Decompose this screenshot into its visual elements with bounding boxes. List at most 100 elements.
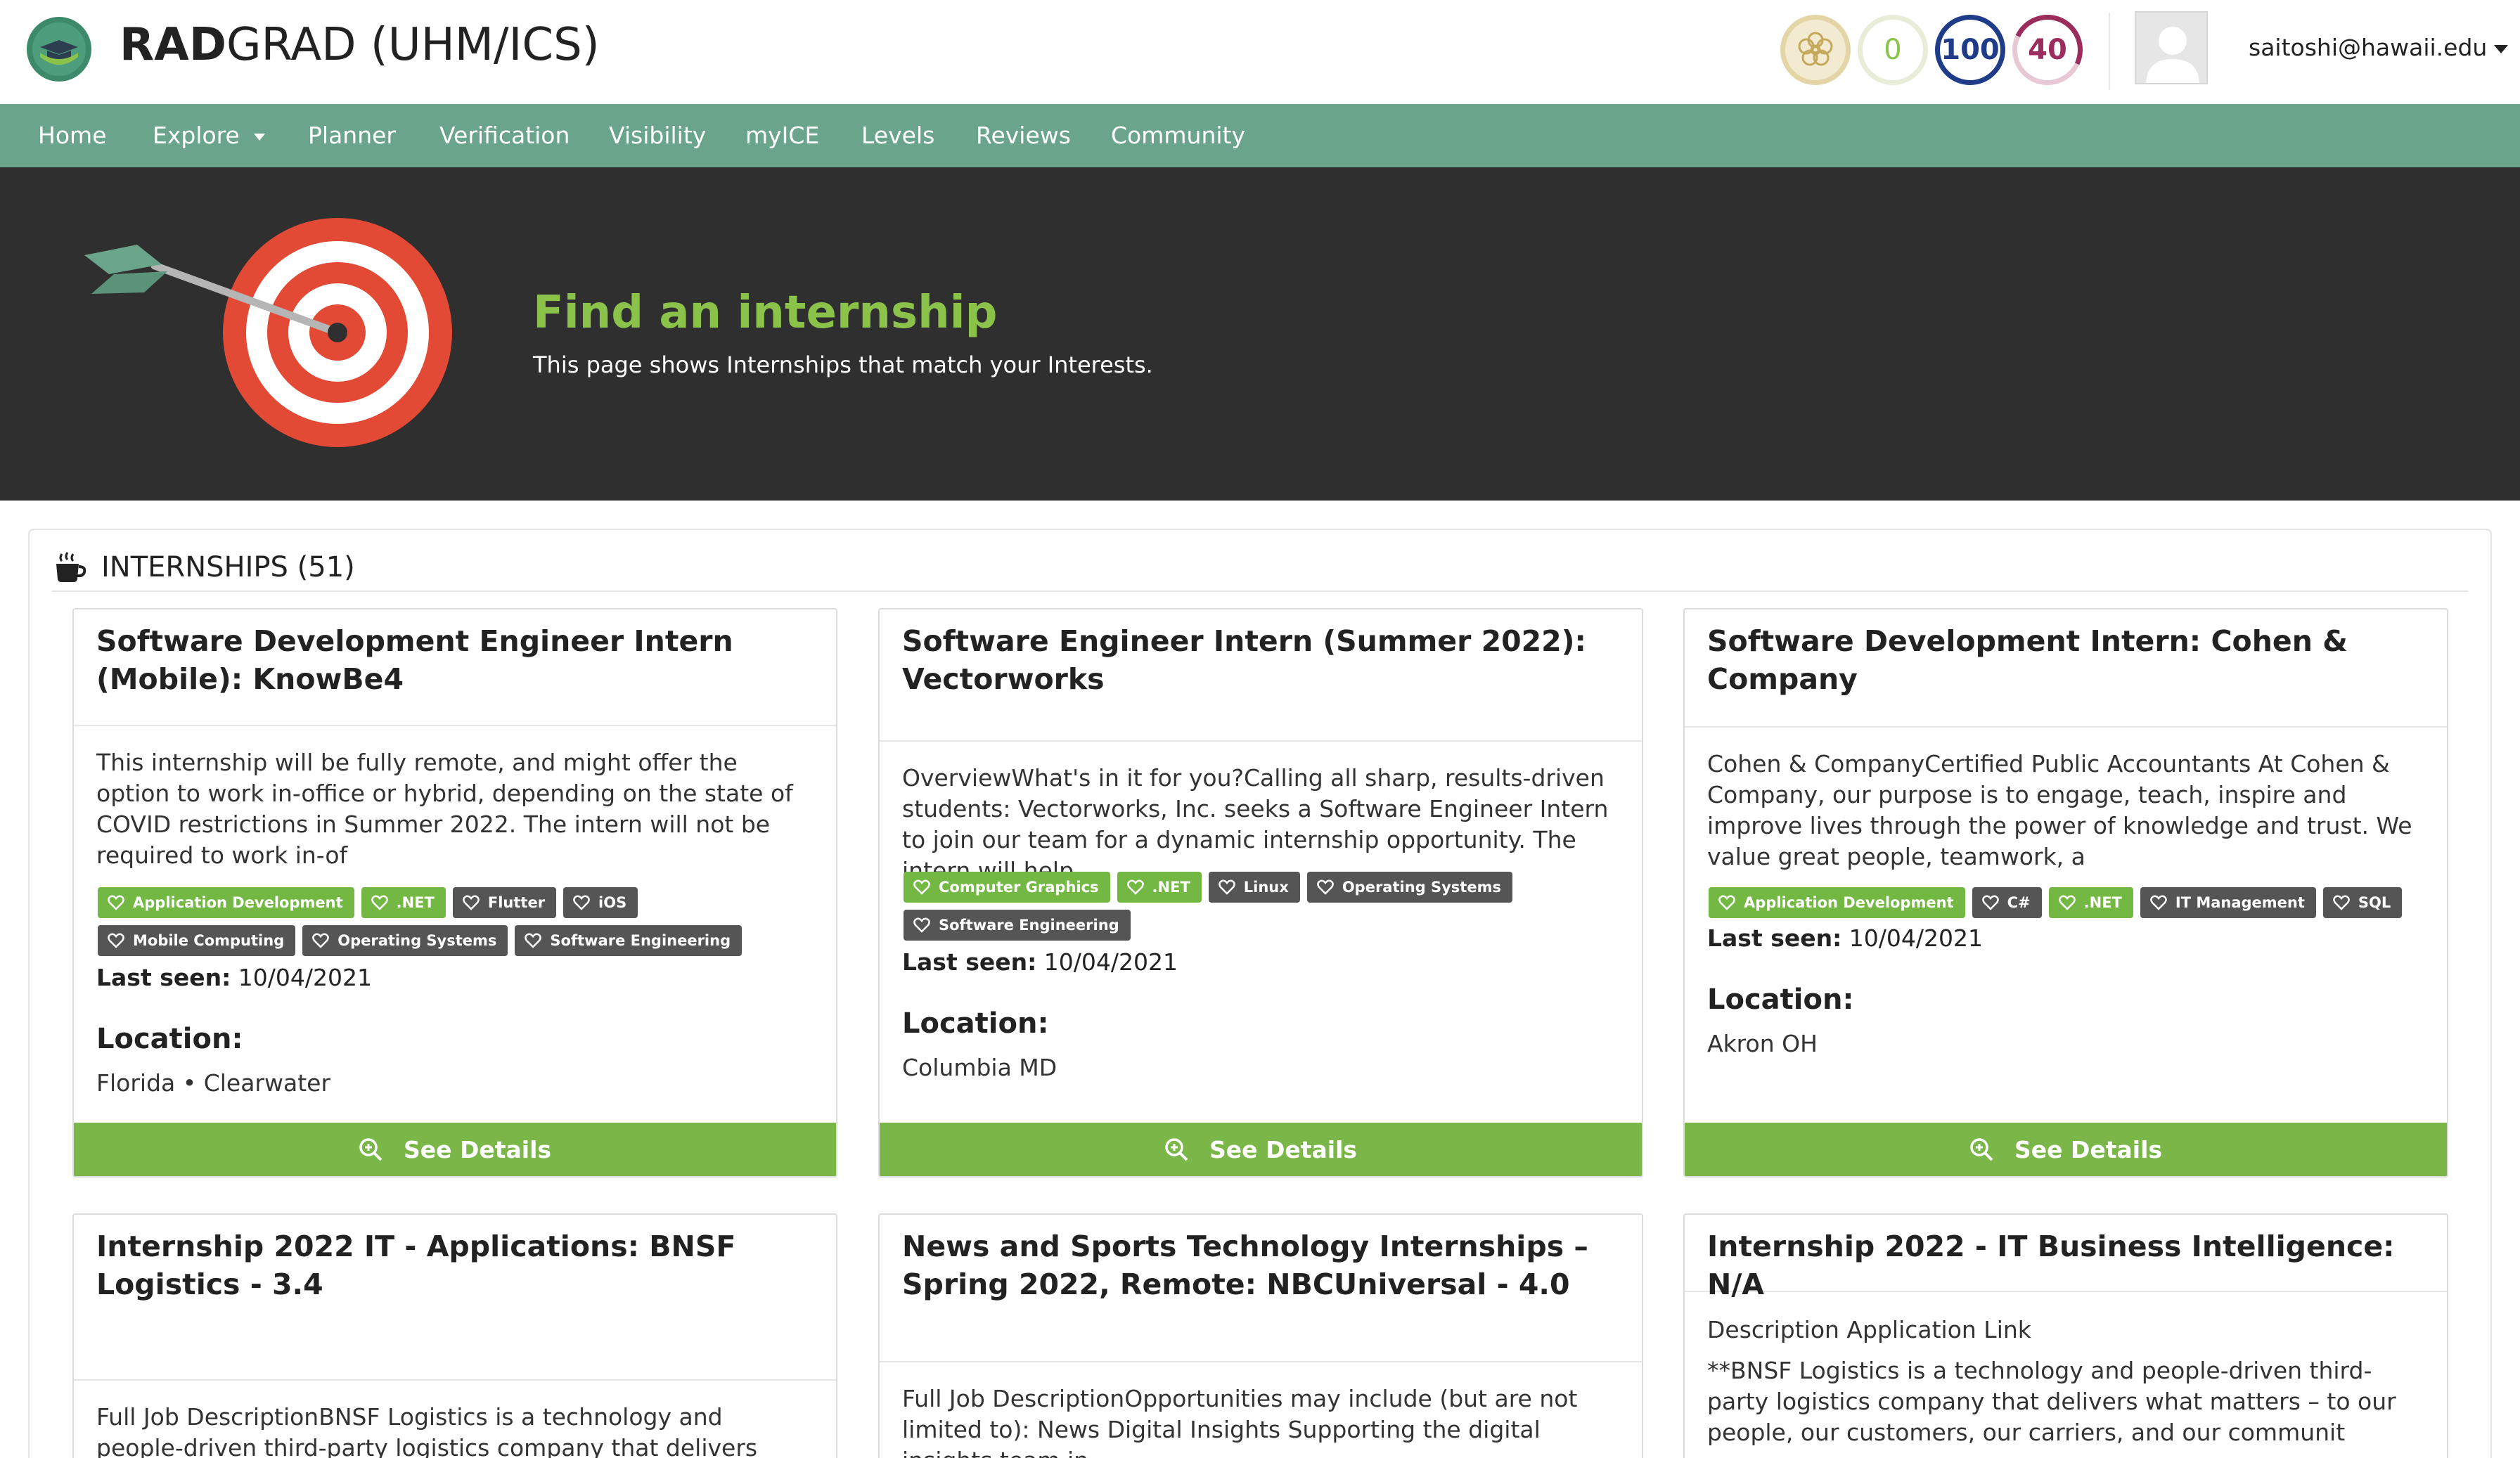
interest-tag[interactable]: iOS (563, 887, 638, 918)
card-header: Software Development Engineer Intern (Mo… (74, 609, 836, 726)
card-description-links: Description Application Link (1707, 1316, 2031, 1343)
page-title: Find an internship (533, 287, 998, 339)
interest-tag[interactable]: C# (1972, 887, 2042, 918)
chevron-down-icon (253, 133, 265, 141)
heart-icon (312, 933, 330, 948)
nav-levels[interactable]: Levels (861, 104, 934, 167)
interest-tag[interactable]: Flutter (452, 887, 557, 918)
tag-list: Application Development .NET Flutter iOS… (98, 887, 822, 956)
zoom-in-icon (359, 1138, 382, 1161)
internship-card: Internship 2022 - IT Business Intelligen… (1683, 1213, 2448, 1458)
card-title[interactable]: Internship 2022 IT - Applications: BNSF … (96, 1227, 815, 1303)
user-silhouette-icon (2136, 13, 2206, 83)
internship-card: Software Development Intern: Cohen & Com… (1683, 608, 2448, 1178)
avatar[interactable] (2135, 11, 2208, 84)
section-header: INTERNSHIPS (51) (53, 551, 355, 583)
heart-icon (1126, 879, 1144, 895)
heart-icon (108, 933, 124, 948)
card-title[interactable]: Software Development Engineer Intern (Mo… (96, 622, 815, 698)
ice-flower-badge-icon[interactable] (1780, 15, 1851, 85)
interest-tag[interactable]: SQL (2322, 887, 2403, 918)
heart-icon (371, 895, 388, 910)
heart-icon (1718, 895, 1735, 910)
coffee-cup-icon (56, 552, 86, 582)
nav-planner[interactable]: Planner (308, 104, 396, 167)
radgrad-logo-icon[interactable] (26, 16, 92, 82)
interest-tag[interactable]: Mobile Computing (98, 925, 296, 956)
interest-tag[interactable]: Software Engineering (904, 910, 1131, 941)
interest-tag[interactable]: Application Development (1709, 887, 1965, 918)
heart-icon (525, 933, 542, 948)
card-title[interactable]: Internship 2022 - IT Business Intelligen… (1707, 1227, 2426, 1303)
header-divider (2109, 13, 2110, 90)
location-value: Florida • Clearwater (96, 1069, 331, 1097)
main-nav: Home Explore Planner Verification Visibi… (0, 104, 2520, 167)
interest-tag[interactable]: Application Development (98, 887, 354, 918)
card-header: Software Development Intern: Cohen & Com… (1685, 609, 2447, 728)
page-subtitle: This page shows Internships that match y… (533, 351, 1153, 378)
card-title[interactable]: News and Sports Technology Internships –… (902, 1227, 1621, 1303)
innovation-score[interactable]: 0 (1858, 15, 1928, 85)
nav-myice[interactable]: myICE (745, 104, 819, 167)
tag-list: Application Development C# .NET IT Manag… (1709, 887, 2433, 918)
card-header: Internship 2022 IT - Applications: BNSF … (74, 1215, 836, 1381)
card-description: This internship will be fully remote, an… (96, 749, 793, 869)
card-description: Cohen & CompanyCertified Public Accounta… (1707, 750, 2412, 870)
card-header: Software Engineer Intern (Summer 2022): … (880, 609, 1642, 742)
heart-icon (913, 879, 930, 895)
see-details-button[interactable]: See Details (880, 1123, 1642, 1176)
last-seen: Last seen: 10/04/2021 (1707, 924, 1983, 952)
interest-tag[interactable]: IT Management (2140, 887, 2316, 918)
heart-icon (2058, 895, 2076, 910)
user-menu[interactable]: saitoshi@hawaii.edu (2249, 34, 2509, 61)
location-label: Location: (96, 1023, 243, 1055)
heart-icon (463, 895, 480, 910)
card-description: Full Job DescriptionBNSF Logistics is a … (96, 1403, 758, 1458)
heart-icon (573, 895, 590, 910)
card-description: OverviewWhat's in it for you?Calling all… (902, 764, 1609, 884)
heart-icon (1981, 895, 1999, 910)
interest-tag[interactable]: Operating Systems (302, 925, 508, 956)
nav-verification[interactable]: Verification (439, 104, 570, 167)
internship-card: News and Sports Technology Internships –… (878, 1213, 1643, 1458)
nav-home[interactable]: Home (38, 104, 106, 167)
location-value: Columbia MD (902, 1054, 1058, 1081)
card-title[interactable]: Software Development Intern: Cohen & Com… (1707, 622, 2426, 698)
internship-card: Software Engineer Intern (Summer 2022): … (878, 608, 1643, 1178)
nav-reviews[interactable]: Reviews (976, 104, 1071, 167)
interest-tag[interactable]: Operating Systems (1306, 872, 1512, 903)
interest-tag[interactable]: Computer Graphics (904, 872, 1110, 903)
competency-score[interactable]: 100 (1935, 15, 2005, 85)
location-value: Akron OH (1707, 1030, 1818, 1057)
nav-community[interactable]: Community (1111, 104, 1245, 167)
interest-tag[interactable]: Software Engineering (515, 925, 742, 956)
card-header: News and Sports Technology Internships –… (880, 1215, 1642, 1362)
top-header: RADGRAD (UHM/ICS) 0 100 40 saitoshi@hawa… (0, 0, 2520, 104)
experience-score[interactable]: 40 (2012, 15, 2083, 85)
tag-list: Computer Graphics .NET Linux Operating S… (904, 872, 1628, 941)
interest-tag[interactable]: .NET (1117, 872, 1202, 903)
heart-icon (108, 895, 124, 910)
section-divider (52, 591, 2468, 592)
zoom-in-icon (1165, 1138, 1188, 1161)
card-title[interactable]: Software Engineer Intern (Summer 2022): … (902, 622, 1621, 698)
see-details-button[interactable]: See Details (74, 1123, 836, 1176)
card-description: **BNSF Logistics is a technology and peo… (1707, 1357, 2396, 1446)
interest-tag[interactable]: .NET (2048, 887, 2133, 918)
nav-explore[interactable]: Explore (153, 104, 265, 167)
last-seen: Last seen: 10/04/2021 (96, 964, 372, 991)
app-title[interactable]: RADGRAD (UHM/ICS) (120, 15, 600, 75)
see-details-button[interactable]: See Details (1685, 1123, 2447, 1176)
interest-tag[interactable]: .NET (361, 887, 446, 918)
interest-tag[interactable]: Linux (1208, 872, 1300, 903)
last-seen: Last seen: 10/04/2021 (902, 948, 1178, 976)
internship-card: Internship 2022 IT - Applications: BNSF … (72, 1213, 837, 1458)
nav-visibility[interactable]: Visibility (609, 104, 706, 167)
location-label: Location: (902, 1007, 1049, 1040)
heart-icon (913, 917, 930, 933)
zoom-in-icon (1970, 1138, 1993, 1161)
page-banner: Find an internship This page shows Inter… (0, 167, 2520, 501)
heart-icon (2333, 895, 2350, 910)
internship-card: Software Development Engineer Intern (Mo… (72, 608, 837, 1178)
card-header: Internship 2022 - IT Business Intelligen… (1685, 1215, 2447, 1301)
